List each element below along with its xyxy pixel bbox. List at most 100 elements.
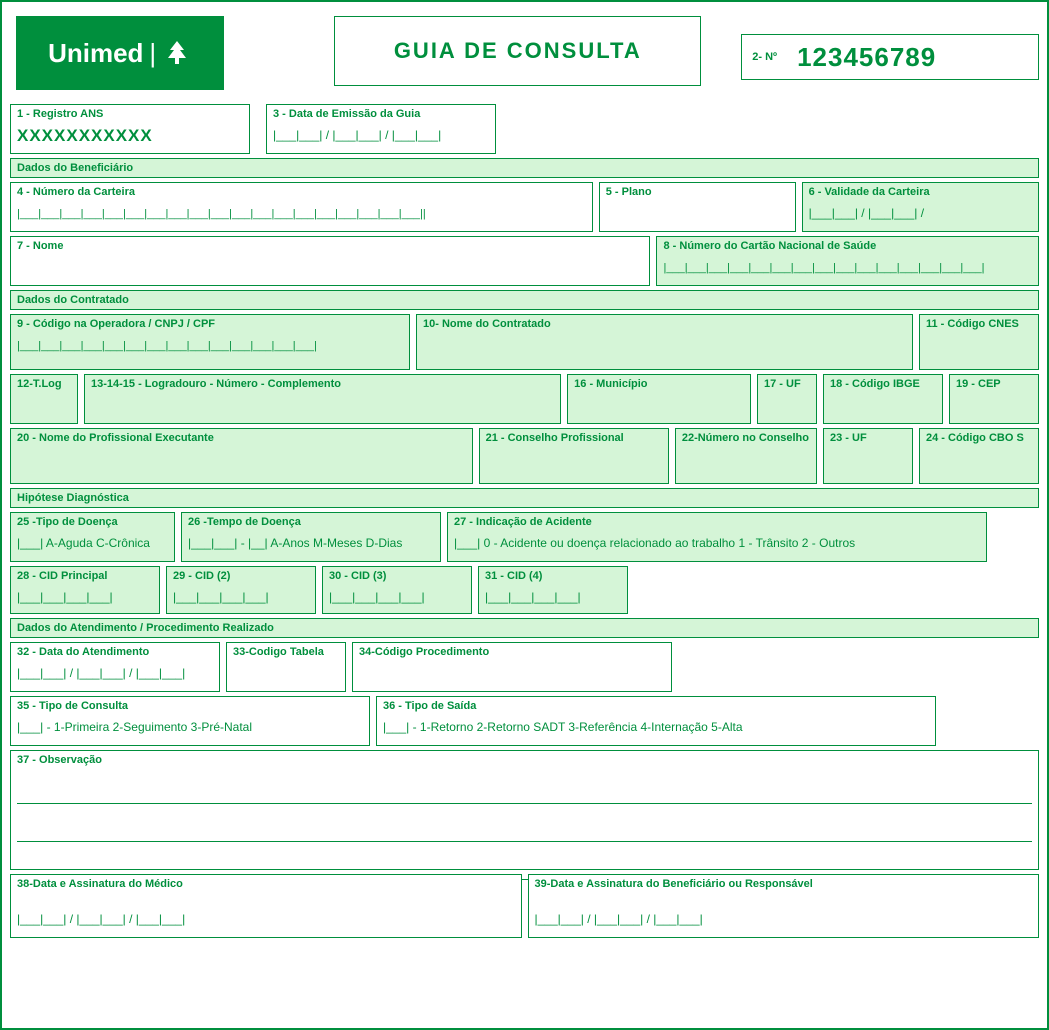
field-fill: |___|___| / |___|___| / <box>809 206 924 220</box>
header-row: Unimed | GUIA DE CONSULTA 2- Nº 12345678… <box>10 10 1039 90</box>
field-label: 20 - Nome do Profissional Executante <box>17 432 466 444</box>
field-sub: |___| - 1-Primeira 2-Seguimento 3-Pré-Na… <box>17 720 252 734</box>
field-fill: |___|___| / |___|___| / |___|___| <box>535 912 703 926</box>
field-29-cid2[interactable]: 29 - CID (2) |___|___|___|___| <box>166 566 316 614</box>
field-11-codigo-cnes[interactable]: 11 - Código CNES <box>919 314 1039 370</box>
field-fill: |___|___|___|___| <box>485 590 581 604</box>
section-beneficiario: Dados do Beneficiário <box>10 158 1039 178</box>
field-label: 36 - Tipo de Saída <box>383 700 929 712</box>
tree-icon <box>162 38 192 68</box>
field-36-tipo-saida[interactable]: 36 - Tipo de Saída |___| - 1-Retorno 2-R… <box>376 696 936 746</box>
field-30-cid3[interactable]: 30 - CID (3) |___|___|___|___| <box>322 566 472 614</box>
field-value: XXXXXXXXXXX <box>17 126 153 145</box>
field-19-cep[interactable]: 19 - CEP <box>949 374 1039 424</box>
obs-line <box>17 828 1032 842</box>
guide-number-box: 2- Nº 123456789 <box>741 34 1039 80</box>
field-38-assinatura-medico[interactable]: 38-Data e Assinatura do Médico |___|___|… <box>10 874 522 938</box>
field-label: 9 - Código na Operadora / CNPJ / CPF <box>17 318 403 330</box>
section-contratado: Dados do Contratado <box>10 290 1039 310</box>
field-label: 29 - CID (2) <box>173 570 309 582</box>
field-35-tipo-consulta[interactable]: 35 - Tipo de Consulta |___| - 1-Primeira… <box>10 696 370 746</box>
guide-number-label: 2- Nº <box>752 51 777 63</box>
field-label: 32 - Data do Atendimento <box>17 646 213 658</box>
field-sub: |___|___| - |__| A-Anos M-Meses D-Dias <box>188 536 402 550</box>
field-1-registro-ans[interactable]: 1 - Registro ANS XXXXXXXXXXX <box>10 104 250 154</box>
field-label: 31 - CID (4) <box>485 570 621 582</box>
field-sub: |___| A-Aguda C-Crônica <box>17 536 150 550</box>
field-label: 22-Número no Conselho <box>682 432 810 444</box>
brand-text: Unimed <box>48 38 143 69</box>
field-fill: |___|___|___|___| <box>329 590 425 604</box>
field-10-nome-contratado[interactable]: 10- Nome do Contratado <box>416 314 913 370</box>
field-fill: |___|___|___|___|___|___|___|___|___|___… <box>17 208 426 220</box>
field-13-logradouro[interactable]: 13-14-15 - Logradouro - Número - Complem… <box>84 374 561 424</box>
field-26-tempo-doenca[interactable]: 26 -Tempo de Doença |___|___| - |__| A-A… <box>181 512 441 562</box>
field-27-indicacao-acidente[interactable]: 27 - Indicação de Acidente |___| 0 - Aci… <box>447 512 987 562</box>
field-9-codigo-operadora[interactable]: 9 - Código na Operadora / CNPJ / CPF |__… <box>10 314 410 370</box>
field-label: 5 - Plano <box>606 186 789 198</box>
field-label: 19 - CEP <box>956 378 1032 390</box>
field-label: 11 - Código CNES <box>926 318 1032 330</box>
divider: | <box>149 38 156 69</box>
field-17-uf[interactable]: 17 - UF <box>757 374 817 424</box>
field-label: 7 - Nome <box>17 240 643 252</box>
field-label: 17 - UF <box>764 378 810 390</box>
field-label: 39-Data e Assinatura do Beneficiário ou … <box>535 878 1033 890</box>
field-label: 28 - CID Principal <box>17 570 153 582</box>
field-label: 6 - Validade da Carteira <box>809 186 1032 198</box>
field-7-nome[interactable]: 7 - Nome <box>10 236 650 286</box>
field-8-cartao-nacional[interactable]: 8 - Número do Cartão Nacional de Saúde |… <box>656 236 1039 286</box>
field-label: 24 - Código CBO S <box>926 432 1032 444</box>
field-23-uf[interactable]: 23 - UF <box>823 428 913 484</box>
field-label: 4 - Número da Carteira <box>17 186 586 198</box>
field-37-observacao[interactable]: 37 - Observação <box>10 750 1039 870</box>
field-34-codigo-proc[interactable]: 34-Código Procedimento <box>352 642 672 692</box>
consultation-form: Unimed | GUIA DE CONSULTA 2- Nº 12345678… <box>0 0 1049 1030</box>
field-label: 8 - Número do Cartão Nacional de Saúde <box>663 240 1032 252</box>
field-6-validade-carteira[interactable]: 6 - Validade da Carteira |___|___| / |__… <box>802 182 1039 232</box>
field-label: 18 - Código IBGE <box>830 378 936 390</box>
field-fill: |___|___| / |___|___| / |___|___| <box>17 912 185 926</box>
field-sub: |___| - 1-Retorno 2-Retorno SADT 3-Refer… <box>383 720 743 734</box>
field-39-assinatura-beneficiario[interactable]: 39-Data e Assinatura do Beneficiário ou … <box>528 874 1040 938</box>
field-21-conselho[interactable]: 21 - Conselho Profissional <box>479 428 669 484</box>
field-5-plano[interactable]: 5 - Plano <box>599 182 796 232</box>
field-label: 10- Nome do Contratado <box>423 318 906 330</box>
guide-number-value: 123456789 <box>797 42 936 73</box>
field-label: 38-Data e Assinatura do Médico <box>17 878 515 890</box>
field-label: 23 - UF <box>830 432 906 444</box>
field-fill: |___|___|___|___|___|___|___|___|___|___… <box>17 340 317 352</box>
field-18-codigo-ibge[interactable]: 18 - Código IBGE <box>823 374 943 424</box>
field-28-cid-principal[interactable]: 28 - CID Principal |___|___|___|___| <box>10 566 160 614</box>
field-label: 12-T.Log <box>17 378 71 390</box>
field-label: 21 - Conselho Profissional <box>486 432 662 444</box>
field-fill: |___|___| / |___|___| / |___|___| <box>273 128 441 142</box>
field-16-municipio[interactable]: 16 - Município <box>567 374 751 424</box>
section-atendimento: Dados do Atendimento / Procedimento Real… <box>10 618 1039 638</box>
unimed-logo: Unimed | <box>16 16 224 90</box>
form-title: GUIA DE CONSULTA <box>334 16 701 86</box>
field-32-data-atendimento[interactable]: 32 - Data do Atendimento |___|___| / |__… <box>10 642 220 692</box>
field-12-tlog[interactable]: 12-T.Log <box>10 374 78 424</box>
field-20-profissional[interactable]: 20 - Nome do Profissional Executante <box>10 428 473 484</box>
field-31-cid4[interactable]: 31 - CID (4) |___|___|___|___| <box>478 566 628 614</box>
field-24-cbo[interactable]: 24 - Código CBO S <box>919 428 1039 484</box>
field-label: 3 - Data de Emissão da Guia <box>273 108 489 120</box>
form-title-text: GUIA DE CONSULTA <box>394 38 642 64</box>
field-3-data-emissao[interactable]: 3 - Data de Emissão da Guia |___|___| / … <box>266 104 496 154</box>
obs-line <box>17 790 1032 804</box>
field-label: 30 - CID (3) <box>329 570 465 582</box>
field-label: 37 - Observação <box>17 754 1032 766</box>
field-label: 16 - Município <box>574 378 744 390</box>
field-25-tipo-doenca[interactable]: 25 -Tipo de Doença |___| A-Aguda C-Crôni… <box>10 512 175 562</box>
field-4-numero-carteira[interactable]: 4 - Número da Carteira |___|___|___|___|… <box>10 182 593 232</box>
field-33-codigo-tabela[interactable]: 33-Codigo Tabela <box>226 642 346 692</box>
field-fill: |___|___|___|___| <box>17 590 113 604</box>
field-22-num-conselho[interactable]: 22-Número no Conselho <box>675 428 817 484</box>
field-fill: |___|___| / |___|___| / |___|___| <box>17 666 185 680</box>
field-label: 35 - Tipo de Consulta <box>17 700 363 712</box>
field-label: 33-Codigo Tabela <box>233 646 339 658</box>
field-fill: |___|___|___|___|___|___|___|___|___|___… <box>663 262 984 274</box>
field-fill: |___|___|___|___| <box>173 590 269 604</box>
field-label: 34-Código Procedimento <box>359 646 665 658</box>
